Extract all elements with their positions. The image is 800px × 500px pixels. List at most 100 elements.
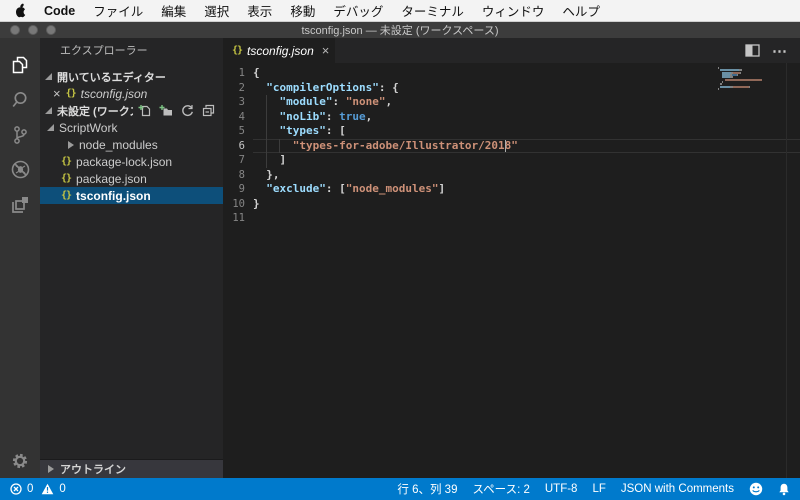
- chevron-collapsed-icon: [48, 465, 54, 473]
- menu-item-8[interactable]: ウィンドウ: [473, 1, 554, 20]
- json-file-icon: {}: [61, 173, 72, 184]
- code-line-10[interactable]: 10}: [223, 197, 800, 212]
- tab-close-icon[interactable]: ×: [322, 44, 330, 57]
- explorer-sidebar: エクスプローラー 開いているエディター × {} tsconfig.json 未…: [40, 38, 223, 478]
- line-number: 6: [238, 139, 245, 152]
- activity-bar: [0, 38, 40, 478]
- notifications-bell-icon[interactable]: [778, 483, 790, 496]
- code-line-5[interactable]: 5 "types": [: [223, 124, 800, 139]
- status-item-0[interactable]: 行 6、列 39: [397, 481, 457, 497]
- workbench: エクスプローラー 開いているエディター × {} tsconfig.json 未…: [0, 38, 800, 478]
- minimap[interactable]: [718, 67, 776, 92]
- json-file-icon: {}: [61, 190, 72, 201]
- refresh-icon[interactable]: [181, 104, 194, 117]
- code-line-11[interactable]: 11: [223, 211, 800, 226]
- line-number: 3: [238, 96, 245, 108]
- chevron-expanded-icon: [45, 73, 52, 80]
- explorer-icon[interactable]: [0, 47, 40, 82]
- file-tree: ScriptWork node_modules {} package-lock.…: [40, 119, 223, 204]
- window-title-bar[interactable]: tsconfig.json — 未設定 (ワークスペース): [0, 22, 800, 38]
- tree-item-tsconfig[interactable]: {} tsconfig.json: [40, 187, 223, 204]
- menu-item-4[interactable]: 表示: [238, 1, 281, 20]
- search-icon[interactable]: [0, 82, 40, 117]
- code-line-2[interactable]: 2 "compilerOptions": {: [223, 81, 800, 96]
- new-file-icon[interactable]: [138, 104, 151, 117]
- text-cursor: [504, 139, 507, 152]
- menu-item-code[interactable]: Code: [35, 4, 84, 18]
- menu-item-5[interactable]: 移動: [281, 1, 324, 20]
- chevron-expanded-icon: [47, 124, 54, 131]
- menu-item-2[interactable]: 編集: [152, 1, 195, 20]
- code-line-9[interactable]: 9 "exclude": ["node_modules"]: [223, 182, 800, 197]
- error-count: 0: [27, 483, 34, 495]
- feedback-smiley-icon[interactable]: [749, 482, 763, 496]
- code-line-4[interactable]: 4 "noLib": true,: [223, 110, 800, 125]
- macos-menu-bar: Code ファイル 編集 選択 表示 移動 デバッグ ターミナル ウィンドウ ヘルプ: [0, 0, 800, 22]
- warning-icon: [41, 483, 54, 495]
- code-line-3[interactable]: 3 "module": "none",: [223, 95, 800, 110]
- outline-section-header[interactable]: アウトライン: [40, 459, 223, 478]
- line-number: 8: [238, 168, 245, 181]
- json-file-icon: {}: [61, 156, 72, 167]
- code-line-8[interactable]: 8 },: [223, 168, 800, 183]
- status-item-4[interactable]: JSON with Comments: [621, 483, 734, 495]
- json-file-icon: {}: [65, 88, 77, 99]
- workspace-section-label: 未設定 (ワークス...: [57, 105, 133, 118]
- indent-guide: [266, 95, 268, 168]
- status-item-2[interactable]: UTF-8: [545, 483, 578, 495]
- chevron-collapsed-icon: [68, 140, 74, 149]
- split-editor-icon[interactable]: [745, 44, 760, 57]
- menu-item-6[interactable]: デバッグ: [324, 1, 392, 20]
- tab-label: tsconfig.json: [247, 43, 314, 58]
- line-number: 9: [238, 183, 245, 195]
- close-editor-icon[interactable]: ×: [53, 87, 61, 100]
- extensions-icon[interactable]: [0, 187, 40, 222]
- open-editor-item-tsconfig[interactable]: × {} tsconfig.json: [40, 85, 223, 102]
- line-number: 7: [238, 154, 245, 166]
- tab-tsconfig[interactable]: {} tsconfig.json ×: [223, 38, 335, 63]
- apple-menu-icon[interactable]: [14, 3, 27, 18]
- new-folder-icon[interactable]: [159, 104, 173, 117]
- line-number: 11: [232, 212, 245, 224]
- source-control-icon[interactable]: [0, 117, 40, 152]
- close-window-button[interactable]: [10, 25, 20, 35]
- code-line-6[interactable]: 6 "types-for-adobe/Illustrator/2018": [223, 139, 800, 154]
- tree-item-package[interactable]: {} package.json: [40, 170, 223, 187]
- tree-item-package-lock[interactable]: {} package-lock.json: [40, 153, 223, 170]
- code-line-1[interactable]: 1{: [223, 66, 800, 81]
- status-bar: 0 0 行 6、列 39 スペース: 2 UTF-8 LF JSON with Comm…: [0, 478, 800, 500]
- code-line-7[interactable]: 7 ]: [223, 153, 800, 168]
- tree-item-node-modules[interactable]: node_modules: [40, 136, 223, 153]
- more-actions-icon[interactable]: ⋯: [772, 42, 788, 60]
- tab-bar: {} tsconfig.json × ⋯: [223, 38, 800, 63]
- chevron-expanded-icon: [45, 107, 52, 114]
- open-editor-label: tsconfig.json: [80, 86, 148, 101]
- editor-group: {} tsconfig.json × ⋯ 1{2 "compilerOption…: [223, 38, 800, 478]
- problems-status[interactable]: 0 0: [10, 483, 70, 495]
- line-number: 5: [238, 125, 245, 137]
- menu-item-7[interactable]: ターミナル: [392, 1, 473, 20]
- status-item-1[interactable]: スペース: 2: [472, 481, 529, 497]
- status-item-3[interactable]: LF: [592, 483, 605, 495]
- menu-item-1[interactable]: ファイル: [84, 1, 152, 20]
- line-number: 1: [238, 67, 245, 79]
- zoom-window-button[interactable]: [46, 25, 56, 35]
- tree-item-scriptwork[interactable]: ScriptWork: [40, 119, 223, 136]
- menu-item-3[interactable]: 選択: [195, 1, 238, 20]
- scrollbar-edge: [786, 63, 787, 478]
- warning-count: 0: [59, 483, 66, 495]
- settings-gear-icon[interactable]: [0, 450, 40, 472]
- error-icon: [10, 483, 22, 495]
- minimize-window-button[interactable]: [28, 25, 38, 35]
- workspace-section-header[interactable]: 未設定 (ワークス...: [40, 102, 223, 119]
- open-editors-header[interactable]: 開いているエディター: [40, 68, 223, 85]
- vscode-window: Code ファイル 編集 選択 表示 移動 デバッグ ターミナル ウィンドウ ヘルプ tsconf…: [0, 0, 800, 500]
- line-number: 10: [232, 197, 245, 210]
- code-editor[interactable]: 1{2 "compilerOptions": {3 "module": "non…: [223, 63, 800, 478]
- window-title: tsconfig.json — 未設定 (ワークスペース): [301, 25, 499, 37]
- json-file-icon: {}: [232, 45, 243, 56]
- indent-guide: [279, 138, 281, 153]
- collapse-all-icon[interactable]: [202, 104, 215, 117]
- menu-item-9[interactable]: ヘルプ: [553, 1, 609, 20]
- debug-icon[interactable]: [0, 152, 40, 187]
